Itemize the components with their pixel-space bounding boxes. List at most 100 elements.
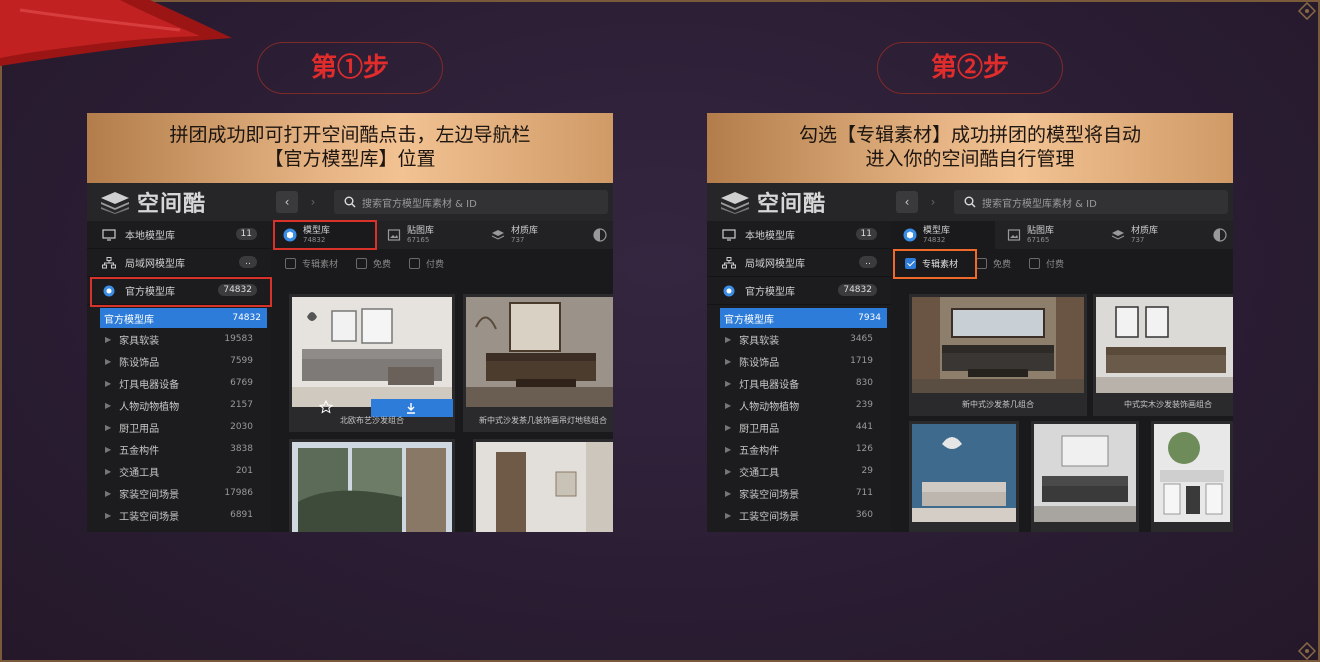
sidebar-active-category[interactable]: 官方模型库 7934 — [720, 308, 887, 328]
globe-icon — [721, 284, 737, 298]
category-count: 3838 — [230, 444, 253, 454]
category-item[interactable]: ▶ 五金构件 126 — [707, 438, 891, 460]
tab-textures[interactable]: 贴图库 67165 — [375, 221, 479, 249]
category-item[interactable]: ▶ 工装空间场景 6891 — [87, 504, 271, 526]
stack-icon — [491, 230, 505, 240]
model-caption: 北欧布艺沙发组合 — [340, 416, 404, 425]
category-item[interactable]: ▶ 厨卫用品 441 — [707, 416, 891, 438]
caret-right-icon: ▶ — [105, 422, 112, 432]
category-item[interactable]: ▶ 陈设饰品 1719 — [707, 350, 891, 372]
model-card[interactable] — [1151, 421, 1233, 532]
tab-count: 67165 — [407, 235, 430, 244]
checkbox-box[interactable] — [1029, 257, 1041, 269]
checkbox-box[interactable] — [409, 257, 421, 269]
category-count: 7599 — [230, 356, 253, 366]
caret-right-icon: ▶ — [105, 378, 112, 388]
search-placeholder: 搜索官方模型库素材 & ID — [362, 198, 477, 210]
cube-icon — [903, 228, 917, 242]
model-thumbnail — [292, 442, 452, 532]
category-item[interactable]: ▶ 家装空间场景 17986 — [87, 482, 271, 504]
tab-label: 贴图库 — [407, 225, 435, 236]
sidebar-item-official[interactable]: 官方模型库 74832 — [707, 277, 891, 305]
category-count: 360 — [855, 510, 873, 520]
search-icon — [964, 196, 976, 208]
caret-right-icon: ▶ — [725, 510, 732, 520]
sidebar: 本地模型库 11 局域网模型库 .. 官方模型库 74832 官方模型库 748… — [87, 221, 271, 532]
model-thumbnail — [912, 424, 1016, 522]
tab-materials[interactable]: 材质库 737 — [1099, 221, 1203, 249]
caret-right-icon: ▶ — [725, 466, 732, 476]
search-input[interactable]: 搜索官方模型库素材 & ID — [334, 190, 608, 214]
caret-right-icon: ▶ — [105, 488, 112, 498]
count-badge: 11 — [235, 228, 257, 240]
checkbox-box[interactable] — [356, 257, 368, 269]
sidebar-item-label: 局域网模型库 — [125, 259, 185, 270]
category-item[interactable]: ▶ 交通工具 201 — [87, 460, 271, 482]
banner-line-1: 勾选【专辑素材】成功拼团的模型将自动 — [798, 125, 1141, 146]
sidebar-item-local[interactable]: 本地模型库 11 — [707, 221, 891, 249]
back-button[interactable]: ‹ — [896, 191, 918, 213]
category-item[interactable]: ▶ 家具软装 3465 — [707, 328, 891, 350]
sidebar-item-lan[interactable]: 局域网模型库 .. — [707, 249, 891, 277]
paid-filter-checkbox[interactable]: 付费 — [409, 257, 444, 270]
album-filter-checkbox[interactable]: 专辑素材 — [285, 257, 338, 270]
category-item[interactable]: ▶ 灯具电器设备 6769 — [87, 372, 271, 394]
top-bar: 空间酷 ‹ › 搜索官方模型库素材 & ID — [87, 183, 613, 221]
model-card[interactable]: 新中式沙发茶几组合 — [909, 294, 1087, 416]
free-filter-checkbox[interactable]: 免费 — [976, 257, 1011, 270]
category-item[interactable]: ▶ 交通工具 29 — [707, 460, 891, 482]
model-card[interactable]: 新中式沙发茶几装饰画吊灯地毯组合 — [463, 294, 613, 432]
model-card[interactable] — [909, 421, 1019, 532]
app-window: 空间酷 ‹ › 搜索官方模型库素材 & ID 本地模型库 11 局域网模型库 .… — [707, 183, 1233, 532]
model-card[interactable] — [289, 439, 455, 532]
banner-line-2: 进入你的空间酷自行管理 — [865, 149, 1075, 170]
model-card[interactable] — [473, 439, 613, 532]
category-item[interactable]: ▶ 人物动物植物 239 — [707, 394, 891, 416]
category-count: 3465 — [850, 334, 873, 344]
tab-more[interactable] — [1203, 221, 1233, 249]
forward-button[interactable]: › — [922, 191, 944, 213]
sidebar-active-category[interactable]: 官方模型库 74832 — [100, 308, 267, 328]
checkbox-box[interactable] — [285, 257, 296, 269]
checkbox-box[interactable] — [976, 257, 988, 269]
tab-more[interactable] — [583, 221, 613, 249]
sidebar-item-local[interactable]: 本地模型库 11 — [87, 221, 271, 249]
tab-count: 737 — [511, 235, 525, 244]
count-badge: 11 — [855, 228, 877, 240]
forward-button[interactable]: › — [302, 191, 324, 213]
category-item[interactable]: ▶ 灯具电器设备 830 — [707, 372, 891, 394]
search-input[interactable]: 搜索官方模型库素材 & ID — [954, 190, 1228, 214]
free-filter-checkbox[interactable]: 免费 — [356, 257, 391, 270]
category-label: 家具软装 — [739, 335, 780, 347]
category-item[interactable]: ▶ 家具软装 19583 — [87, 328, 271, 350]
category-item[interactable]: ▶ 陈设饰品 7599 — [87, 350, 271, 372]
category-count: 126 — [855, 444, 873, 454]
sidebar-item-lan[interactable]: 局域网模型库 .. — [87, 249, 271, 277]
tab-models[interactable]: 模型库 74832 — [891, 221, 995, 249]
category-label: 陈设饰品 — [119, 357, 160, 369]
half-circle-icon — [593, 228, 607, 242]
model-card[interactable]: 北欧布艺沙发组合 — [289, 294, 455, 432]
category-label: 交通工具 — [119, 467, 160, 479]
app-logo: 空间酷 — [719, 189, 826, 217]
model-card[interactable] — [1031, 421, 1139, 532]
content-area: 模型库 74832 贴图库 67165 材质库 737 专辑素材 免费 付费 — [271, 221, 613, 532]
category-item[interactable]: ▶ 家装空间场景 711 — [707, 482, 891, 504]
category-item[interactable]: ▶ 五金构件 3838 — [87, 438, 271, 460]
category-item[interactable]: ▶ 人物动物植物 2157 — [87, 394, 271, 416]
paid-filter-checkbox[interactable]: 付费 — [1029, 257, 1064, 270]
category-item[interactable]: ▶ 工装空间场景 360 — [707, 504, 891, 526]
stack-icon — [1111, 230, 1125, 240]
banner-line-2: 【官方模型库】位置 — [264, 149, 436, 170]
sidebar-item-label: 本地模型库 — [745, 231, 795, 242]
category-item[interactable]: ▶ 厨卫用品 2030 — [87, 416, 271, 438]
tab-materials[interactable]: 材质库 737 — [479, 221, 583, 249]
search-icon — [344, 196, 356, 208]
active-label: 官方模型库 — [724, 314, 774, 326]
tab-textures[interactable]: 贴图库 67165 — [995, 221, 1099, 249]
back-button[interactable]: ‹ — [276, 191, 298, 213]
model-card[interactable]: 中式实木沙发装饰画组合 — [1093, 294, 1233, 416]
model-thumbnail — [1034, 424, 1136, 522]
corner-ornament-icon — [1297, 1, 1317, 21]
step-1-label: 第①步 — [257, 42, 443, 94]
